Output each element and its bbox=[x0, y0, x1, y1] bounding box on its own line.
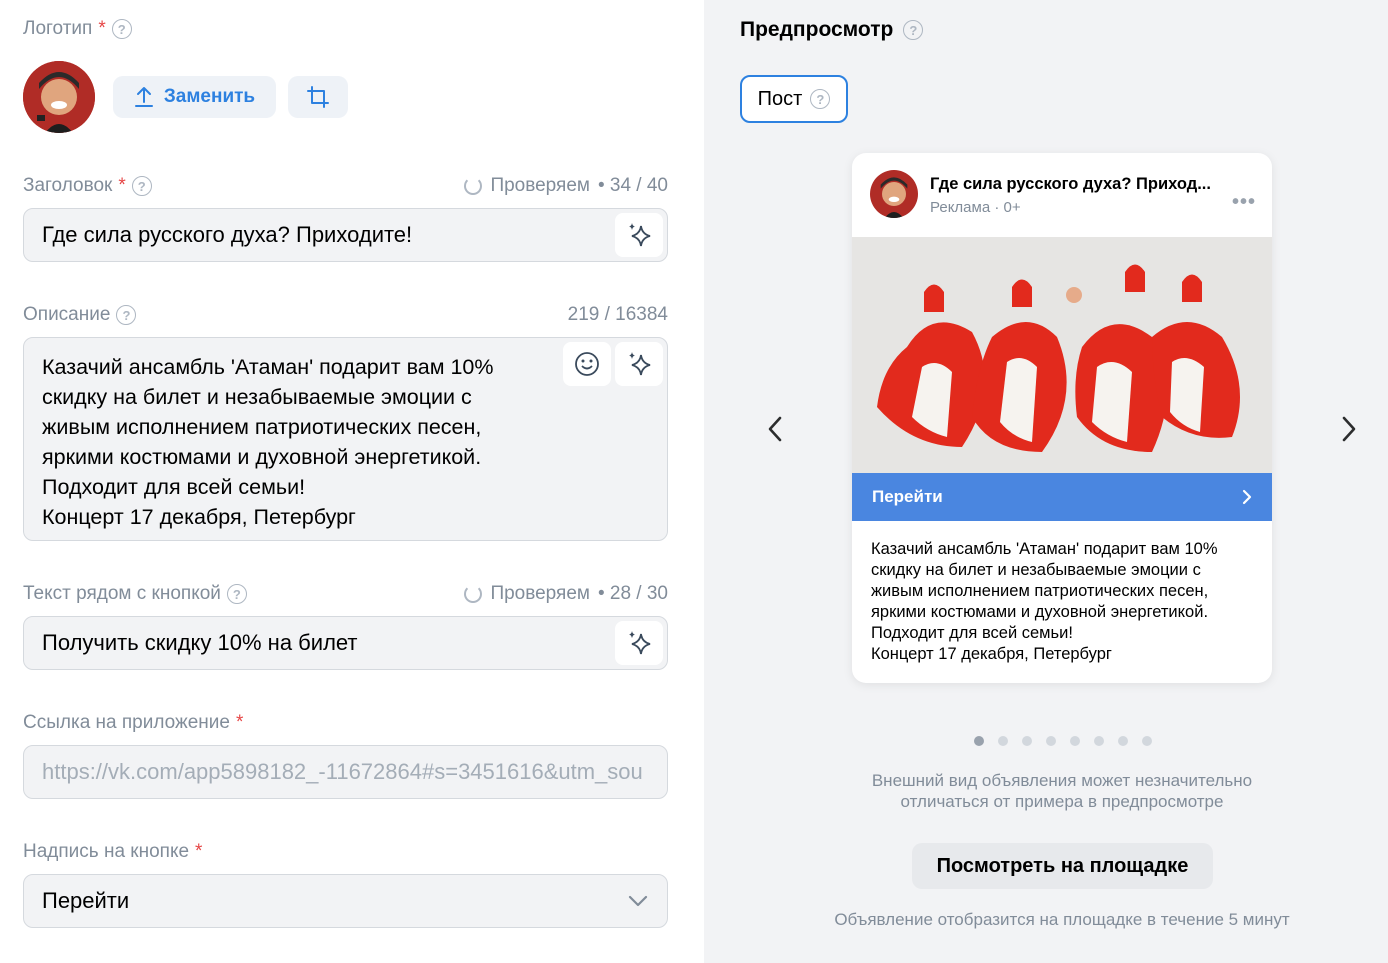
title-input[interactable]: Где сила русского духа? Приходите! bbox=[23, 208, 668, 262]
upload-icon bbox=[134, 87, 153, 107]
view-on-platform-button[interactable]: Посмотреть на площадке bbox=[912, 843, 1213, 889]
logo-label: Логотип * ? bbox=[23, 18, 132, 40]
carousel-dot[interactable] bbox=[1070, 736, 1080, 746]
emoji-button[interactable] bbox=[563, 342, 611, 386]
crop-icon bbox=[307, 86, 329, 108]
post-text: Казачий ансамбль 'Атаман' подарит вам 10… bbox=[871, 540, 1218, 663]
preview-note: Внешний вид объявления может незначитель… bbox=[871, 771, 1253, 811]
button-text-input[interactable]: Получить скидку 10% на билет bbox=[23, 616, 668, 670]
post-title: Где сила русского духа? Приход... bbox=[930, 175, 1211, 193]
button-caption-label: Надпись на кнопке * bbox=[23, 841, 203, 862]
sparkle-icon bbox=[629, 223, 651, 247]
chevron-right-icon bbox=[1242, 489, 1252, 505]
post-preview-card: Где сила русского духа? Приход... Реклам… bbox=[852, 153, 1272, 683]
app-link-input[interactable]: https://vk.com/app5898182_-11672864#s=34… bbox=[23, 745, 668, 799]
description-counter: 219 / 16384 bbox=[567, 304, 668, 325]
carousel-dot[interactable] bbox=[998, 736, 1008, 746]
tab-post[interactable]: Пост ? bbox=[740, 75, 848, 123]
button-text-counter: Проверяем • 28 / 30 bbox=[464, 583, 668, 605]
next-arrow[interactable] bbox=[1340, 414, 1358, 449]
smile-icon bbox=[575, 352, 599, 376]
sparkle-icon bbox=[629, 352, 651, 376]
help-icon[interactable]: ? bbox=[111, 19, 132, 39]
button-caption-select[interactable]: Перейти bbox=[23, 874, 668, 928]
chevron-down-icon bbox=[628, 895, 648, 907]
preview-footer: Объявление отобразится на площадке в теч… bbox=[834, 910, 1290, 929]
carousel-dot[interactable] bbox=[1094, 736, 1104, 746]
preview-title: Предпросмотр ? bbox=[740, 18, 924, 42]
ai-generate-button[interactable] bbox=[615, 342, 663, 386]
carousel-dot[interactable] bbox=[974, 736, 984, 746]
sparkle-icon bbox=[629, 631, 651, 655]
description-text: Казачий ансамбль 'Атаман' подарит вам 10… bbox=[42, 355, 494, 529]
carousel-dot[interactable] bbox=[1046, 736, 1056, 746]
replace-logo-button[interactable]: Заменить bbox=[113, 76, 276, 118]
carousel-dots bbox=[974, 736, 1152, 746]
description-label: Описание ? bbox=[23, 304, 137, 326]
app-link-label: Ссылка на приложение * bbox=[23, 712, 244, 733]
carousel-dot[interactable] bbox=[1118, 736, 1128, 746]
carousel-dot[interactable] bbox=[1022, 736, 1032, 746]
crop-button[interactable] bbox=[288, 76, 348, 118]
form-panel: Логотип * ? Заменить Заголовок * ? Проверя… bbox=[0, 0, 704, 963]
logo-avatar bbox=[23, 61, 95, 133]
help-icon[interactable]: ? bbox=[903, 20, 924, 40]
help-icon[interactable]: ? bbox=[116, 305, 137, 325]
chevron-left-icon bbox=[768, 416, 782, 442]
carousel-dot[interactable] bbox=[1142, 736, 1152, 746]
loading-icon bbox=[464, 585, 483, 603]
chevron-right-icon bbox=[1342, 416, 1356, 442]
title-counter: Проверяем • 34 / 40 bbox=[464, 175, 668, 197]
post-avatar bbox=[870, 170, 918, 218]
post-cta-button[interactable]: Перейти bbox=[852, 473, 1272, 521]
help-icon[interactable]: ? bbox=[226, 584, 247, 604]
post-image bbox=[852, 237, 1272, 473]
ai-generate-button[interactable] bbox=[615, 621, 663, 665]
help-icon[interactable]: ? bbox=[810, 89, 831, 109]
help-icon[interactable]: ? bbox=[131, 176, 152, 196]
post-meta: Реклама · 0+ bbox=[930, 199, 1021, 216]
more-icon[interactable]: ••• bbox=[1232, 191, 1256, 214]
description-textarea[interactable]: Казачий ансамбль 'Атаман' подарит вам 10… bbox=[23, 337, 668, 541]
button-text-label: Текст рядом с кнопкой ? bbox=[23, 583, 247, 605]
prev-arrow[interactable] bbox=[766, 414, 784, 449]
loading-icon bbox=[464, 177, 483, 195]
title-label: Заголовок * ? bbox=[23, 175, 152, 197]
ai-generate-button[interactable] bbox=[615, 213, 663, 257]
